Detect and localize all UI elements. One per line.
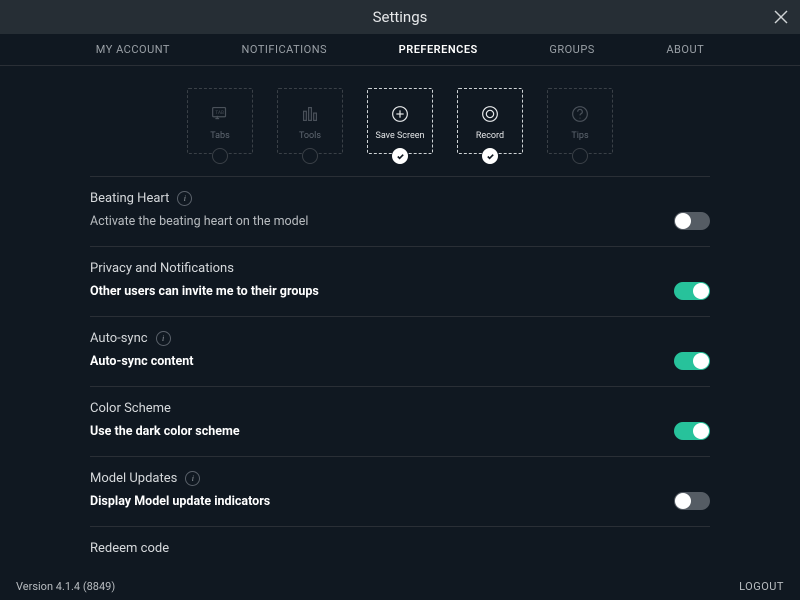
tile-record[interactable]: Record	[457, 88, 523, 154]
tile-label: Tools	[299, 131, 321, 141]
tile-tabs[interactable]: TAB Tabs	[187, 88, 253, 154]
setting-desc: Auto-sync content	[90, 354, 194, 369]
section-heading: Beating Heart	[90, 191, 169, 206]
tab-groups[interactable]: GROUPS	[549, 43, 594, 56]
section-autosync: Auto-sync i Auto-sync content	[90, 316, 710, 386]
tab-about[interactable]: ABOUT	[666, 43, 704, 56]
setting-desc: Other users can invite me to their group…	[90, 284, 319, 299]
record-icon	[477, 101, 503, 127]
section-heading: Auto-sync	[90, 331, 148, 346]
plus-circle-icon	[387, 101, 413, 127]
section-beating-heart: Beating Heart i Activate the beating hea…	[90, 176, 710, 246]
tile-check	[212, 148, 228, 164]
toggle-invite[interactable]	[674, 282, 710, 300]
toggle-beating-heart[interactable]	[674, 212, 710, 230]
toggle-autosync[interactable]	[674, 352, 710, 370]
tile-label: Tips	[571, 131, 588, 141]
tile-label: Record	[476, 131, 504, 141]
section-redeem[interactable]: Redeem code	[90, 526, 710, 556]
window-title: Settings	[373, 8, 428, 26]
tab-preferences[interactable]: PREFERENCES	[399, 43, 478, 56]
setting-desc: Display Model update indicators	[90, 494, 270, 509]
content-area: TAB Tabs Tools Save Screen Record	[0, 66, 800, 572]
question-icon	[567, 101, 593, 127]
tile-check	[572, 148, 588, 164]
logout-button[interactable]: LOGOUT	[739, 580, 784, 593]
svg-text:TAB: TAB	[215, 110, 224, 116]
titlebar: Settings	[0, 0, 800, 34]
tile-check	[482, 148, 498, 164]
footer: Version 4.1.4 (8849) LOGOUT	[0, 572, 800, 600]
tile-tools[interactable]: Tools	[277, 88, 343, 154]
version-label: Version 4.1.4 (8849)	[16, 580, 115, 593]
section-colorscheme: Color Scheme Use the dark color scheme	[90, 386, 710, 456]
section-heading: Color Scheme	[90, 401, 171, 416]
tile-check	[392, 148, 408, 164]
icon-tile-row: TAB Tabs Tools Save Screen Record	[90, 88, 710, 154]
info-icon[interactable]: i	[185, 471, 200, 486]
section-heading: Privacy and Notifications	[90, 261, 234, 276]
toggle-model-updates[interactable]	[674, 492, 710, 510]
tab-my-account[interactable]: MY ACCOUNT	[96, 43, 170, 56]
tab-bar: MY ACCOUNT NOTIFICATIONS PREFERENCES GRO…	[0, 34, 800, 66]
tile-check	[302, 148, 318, 164]
tile-label: Save Screen	[375, 131, 424, 141]
setting-desc: Activate the beating heart on the model	[90, 214, 308, 229]
tab-notifications[interactable]: NOTIFICATIONS	[242, 43, 328, 56]
tools-icon	[297, 101, 323, 127]
info-icon[interactable]: i	[156, 331, 171, 346]
toggle-darkmode[interactable]	[674, 422, 710, 440]
tile-save-screen[interactable]: Save Screen	[367, 88, 433, 154]
setting-desc: Use the dark color scheme	[90, 424, 240, 439]
section-updates: Model Updates i Display Model update ind…	[90, 456, 710, 526]
section-heading: Model Updates	[90, 471, 177, 486]
redeem-label: Redeem code	[90, 541, 169, 556]
tile-tips[interactable]: Tips	[547, 88, 613, 154]
section-privacy: Privacy and Notifications Other users ca…	[90, 246, 710, 316]
tile-label: Tabs	[210, 131, 229, 141]
close-icon[interactable]	[772, 8, 790, 26]
info-icon[interactable]: i	[177, 191, 192, 206]
tabs-icon: TAB	[207, 101, 233, 127]
